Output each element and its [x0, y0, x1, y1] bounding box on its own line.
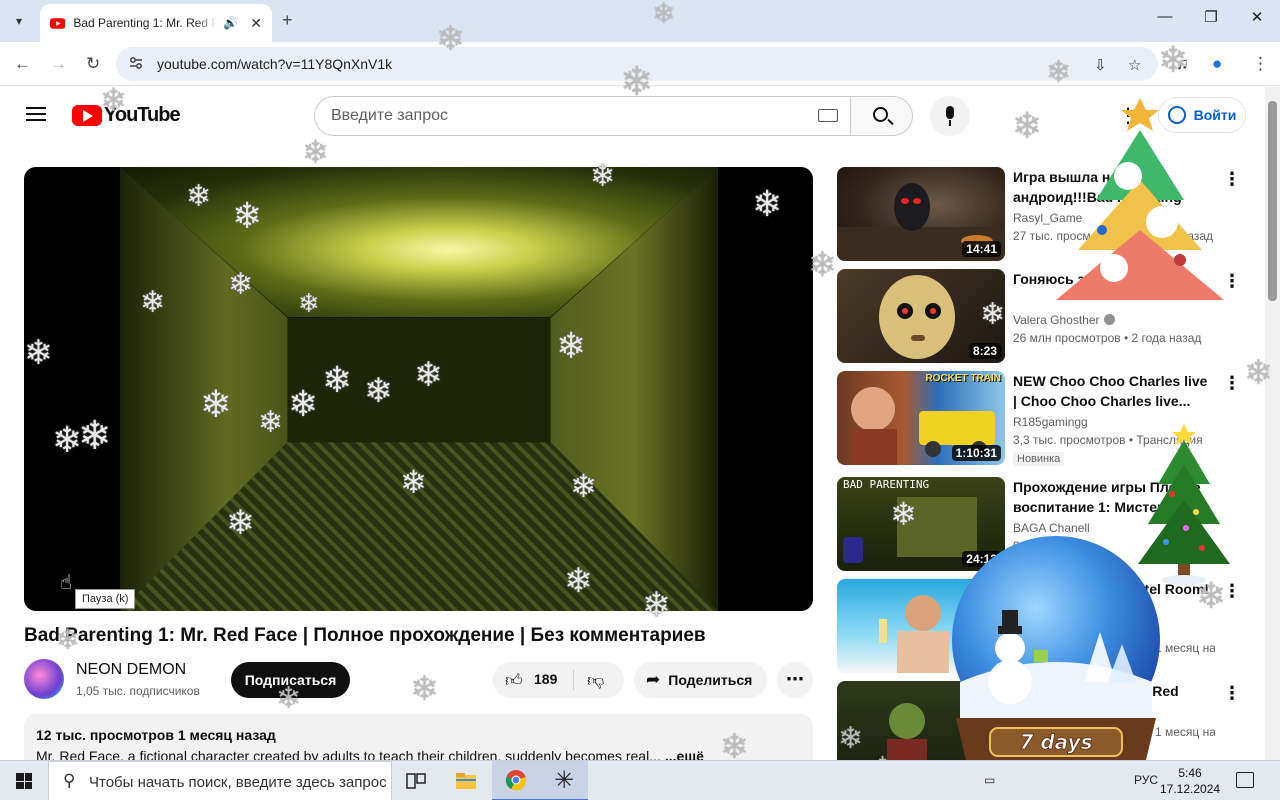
- like-dislike-group: 👍︎ 189 👎︎: [493, 662, 624, 698]
- site-info-icon[interactable]: [128, 55, 144, 71]
- subscriber-count: 1,05 тыс. подписчиков: [76, 684, 200, 698]
- recommendation-menu-icon[interactable]: ⋮: [1223, 683, 1241, 704]
- media-control-icon[interactable]: ♫: [1176, 54, 1189, 74]
- share-label: Поделиться: [668, 672, 753, 688]
- video-frame: [120, 167, 718, 611]
- views-and-date: 12 тыс. просмотров 1 месяц назад: [36, 727, 276, 743]
- logo-text: YouTube: [104, 104, 181, 126]
- search-input[interactable]: Введите запрос: [314, 96, 851, 136]
- recommendation-meta: 26 млн просмотров • 2 года назад: [1013, 331, 1202, 345]
- channel-name[interactable]: NEON DEMON: [76, 661, 186, 679]
- back-icon[interactable]: ←: [14, 54, 31, 74]
- windows-taskbar: ⚲ Чтобы начать поиск, введите здесь запр…: [0, 760, 1280, 800]
- windows-logo-icon: [16, 773, 32, 789]
- channel-name-text: Valera Ghosther: [1013, 313, 1100, 327]
- keyboard-icon[interactable]: [818, 109, 838, 122]
- video-title: Bad Parenting 1: Mr. Red Face | Полное п…: [24, 625, 706, 646]
- share-button[interactable]: ➦ Поделиться: [634, 662, 767, 698]
- recommendation-channel[interactable]: Valera Ghosther: [1013, 313, 1115, 327]
- start-button[interactable]: [0, 761, 48, 800]
- snowflake-taskbar-icon: ✳: [553, 766, 575, 794]
- tray-icon[interactable]: ▭: [984, 773, 995, 787]
- dislike-icon[interactable]: 👎︎: [587, 670, 604, 691]
- like-count[interactable]: 189: [534, 671, 557, 687]
- youtube-logo[interactable]: YouTube: [72, 104, 181, 127]
- bookmark-star-icon[interactable]: ☆: [1128, 56, 1141, 74]
- chrome-taskbar-icon[interactable]: [492, 761, 540, 800]
- address-bar[interactable]: youtube.com/watch?v=11Y8QnXnV1k ⇩ ☆: [116, 47, 1158, 81]
- page-scrollbar[interactable]: [1265, 87, 1280, 760]
- duration-badge: 8:23: [968, 343, 1001, 359]
- like-icon[interactable]: 👍︎: [505, 670, 523, 691]
- recommendation-title[interactable]: NEW Choo Choo Charles live | Choo Choo C…: [1013, 371, 1213, 411]
- recommendation-thumbnail[interactable]: 8:23: [837, 269, 1005, 363]
- recommendation-thumbnail[interactable]: ROCKET TRAIN 1:10:31: [837, 371, 1005, 465]
- hand-cursor-icon: ☝: [60, 572, 73, 594]
- globe-label: 7 days: [1019, 730, 1092, 754]
- voice-search-button[interactable]: [930, 96, 970, 136]
- youtube-play-icon: [72, 105, 102, 126]
- snowflake-icon: ❄: [410, 670, 439, 708]
- triangle-christmas-tree-icon: [1056, 98, 1224, 300]
- like-separator: [573, 670, 574, 690]
- tab-close-icon[interactable]: ✕: [250, 15, 262, 32]
- share-icon: ➦: [646, 670, 661, 689]
- thumbnail-overlay-text: ROCKET TRAIN: [925, 373, 1001, 384]
- file-explorer-icon[interactable]: [442, 761, 490, 800]
- more-actions-button[interactable]: ⋯: [777, 662, 813, 698]
- browser-tab[interactable]: Bad Parenting 1: Mr. Red Face | Полное п…: [40, 4, 272, 42]
- taskbar-clock[interactable]: 5:46 17.12.2024: [1160, 765, 1220, 797]
- task-view-icon[interactable]: [392, 761, 440, 800]
- install-app-icon[interactable]: ⇩: [1094, 56, 1107, 74]
- search-icon: [873, 107, 888, 122]
- duration-badge: 1:10:31: [951, 445, 1001, 461]
- search-placeholder: Введите запрос: [331, 107, 448, 124]
- taskbar-search-text: Чтобы начать поиск, введите здесь запрос: [89, 774, 387, 791]
- forward-icon[interactable]: →: [50, 54, 67, 74]
- maximize-icon[interactable]: ❐: [1188, 8, 1234, 26]
- youtube-favicon-icon: [50, 18, 66, 29]
- snow-app-icon[interactable]: ✳: [540, 761, 588, 800]
- browser-tab-strip: ▾ Bad Parenting 1: Mr. Red Face | Полное…: [0, 0, 1280, 42]
- corridor-back: [287, 317, 551, 443]
- search-button[interactable]: [851, 96, 913, 136]
- recommendation-menu-icon[interactable]: ⋮: [1223, 373, 1241, 394]
- duration-badge: 14:41: [962, 241, 1001, 257]
- reload-icon[interactable]: ↻: [86, 54, 100, 74]
- thumbnail-overlay-text: BAD PARENTING: [843, 478, 930, 491]
- tab-title: Bad Parenting 1: Mr. Red Face | Полное п…: [73, 16, 218, 30]
- scrollbar-thumb[interactable]: [1268, 101, 1277, 301]
- clock-date: 17.12.2024: [1160, 782, 1221, 796]
- subscribe-button[interactable]: Подписаться: [231, 662, 350, 698]
- minimize-icon[interactable]: —: [1142, 8, 1188, 25]
- browser-menu-icon[interactable]: ⋮: [1252, 54, 1269, 74]
- verified-badge-icon: [1103, 314, 1115, 325]
- new-tab-icon[interactable]: +: [282, 10, 293, 31]
- pause-tooltip: Пауза (k): [75, 589, 136, 609]
- microphone-icon: [946, 106, 954, 119]
- taskbar-search[interactable]: ⚲ Чтобы начать поиск, введите здесь запр…: [48, 761, 392, 800]
- tab-search-chevron-icon[interactable]: ▾: [6, 8, 32, 34]
- tab-audio-icon[interactable]: 🔊: [223, 16, 238, 30]
- url-text: youtube.com/watch?v=11Y8QnXnV1k: [157, 56, 393, 72]
- language-indicator[interactable]: РУС: [1134, 773, 1158, 787]
- recommendation-channel[interactable]: R185gamingg: [1013, 415, 1088, 429]
- recommendation-thumbnail[interactable]: 14:41: [837, 167, 1005, 261]
- recommendation-meta: 1 месяц назад: [1155, 641, 1215, 655]
- microphone-stand: [949, 120, 951, 126]
- video-player[interactable]: [24, 167, 813, 611]
- window-close-icon[interactable]: ✕: [1234, 8, 1280, 26]
- new-badge: Новинка: [1013, 452, 1065, 466]
- recommendation-meta: 1 месяц назад: [1155, 725, 1215, 739]
- profile-icon[interactable]: ●: [1212, 54, 1222, 74]
- browser-toolbar: ← → ↻ youtube.com/watch?v=11Y8QnXnV1k ⇩ …: [0, 42, 1280, 86]
- channel-avatar[interactable]: [24, 659, 64, 699]
- snow-globe-icon: 7 days: [952, 536, 1160, 770]
- search-icon: ⚲: [63, 771, 76, 790]
- clock-time: 5:46: [1178, 766, 1202, 780]
- notifications-icon[interactable]: [1236, 772, 1254, 788]
- guide-menu-icon[interactable]: [26, 107, 46, 121]
